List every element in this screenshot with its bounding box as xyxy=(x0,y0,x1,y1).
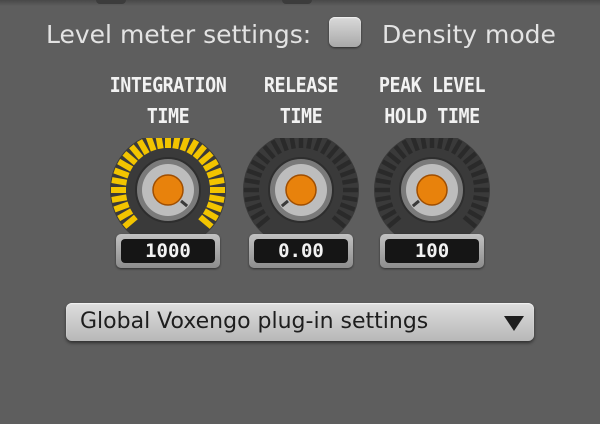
knob-tick xyxy=(472,195,489,203)
knob-tick xyxy=(172,138,181,150)
release-time-control: RELEASE TIME 0.00 xyxy=(231,70,371,270)
knob-tick xyxy=(111,194,128,203)
knob-title-line: TIME xyxy=(146,104,190,128)
knob-cap xyxy=(416,174,448,206)
release-time-value[interactable]: 0.00 xyxy=(254,239,348,263)
knob-tick xyxy=(437,138,444,150)
density-mode-label[interactable]: Density mode xyxy=(382,20,556,49)
knob-cap xyxy=(152,174,184,206)
knob-title: RELEASE TIME xyxy=(237,70,366,132)
knob-title: INTEGRATION TIME xyxy=(104,70,233,132)
knob-tick xyxy=(244,195,261,203)
peak-level-hold-time-value[interactable]: 100 xyxy=(385,239,479,263)
knob-tick xyxy=(375,177,392,185)
knob-tick xyxy=(341,195,358,203)
integration-time-value[interactable]: 1000 xyxy=(121,239,215,263)
knob-tick xyxy=(208,194,225,203)
level-meter-settings-label: Level meter settings: xyxy=(46,20,312,49)
panel-notch xyxy=(282,0,312,4)
knob-tick xyxy=(306,138,313,150)
panel-top-edge xyxy=(0,0,600,6)
knob-title-line: PEAK LEVEL xyxy=(378,73,486,97)
triangle-down-icon[interactable] xyxy=(504,316,524,331)
level-meter-settings-row: Level meter settings: Density mode xyxy=(0,14,600,54)
knob-title-line: TIME xyxy=(279,104,323,128)
knob-title: PEAK LEVEL HOLD TIME xyxy=(368,70,497,132)
knob-tick xyxy=(289,138,296,150)
global-settings-dropdown[interactable]: Global Voxengo plug-in settings xyxy=(66,303,534,341)
knob-tick xyxy=(472,177,489,185)
release-time-value-box[interactable]: 0.00 xyxy=(249,234,353,268)
knob-tick xyxy=(155,138,164,150)
knob-title-line: INTEGRATION xyxy=(109,73,227,97)
knob-tick xyxy=(111,177,128,186)
knob-tick xyxy=(341,177,358,185)
knob-title-line: RELEASE xyxy=(263,73,339,97)
panel-notch xyxy=(96,0,126,4)
peak-level-hold-time-control: PEAK LEVEL HOLD TIME 100 xyxy=(362,70,502,270)
global-settings-dropdown-label[interactable]: Global Voxengo plug-in settings xyxy=(80,309,428,334)
integration-time-value-box[interactable]: 1000 xyxy=(116,234,220,268)
density-mode-checkbox[interactable] xyxy=(329,17,361,47)
knob-tick xyxy=(375,195,392,203)
knob-tick xyxy=(244,177,261,185)
knob-title-line: HOLD TIME xyxy=(384,104,480,128)
integration-time-control: INTEGRATION TIME 1000 xyxy=(98,70,238,270)
knob-tick xyxy=(420,138,427,150)
knob-tick xyxy=(208,177,225,186)
peak-level-hold-time-value-box[interactable]: 100 xyxy=(380,234,484,268)
knob-cap xyxy=(285,174,317,206)
